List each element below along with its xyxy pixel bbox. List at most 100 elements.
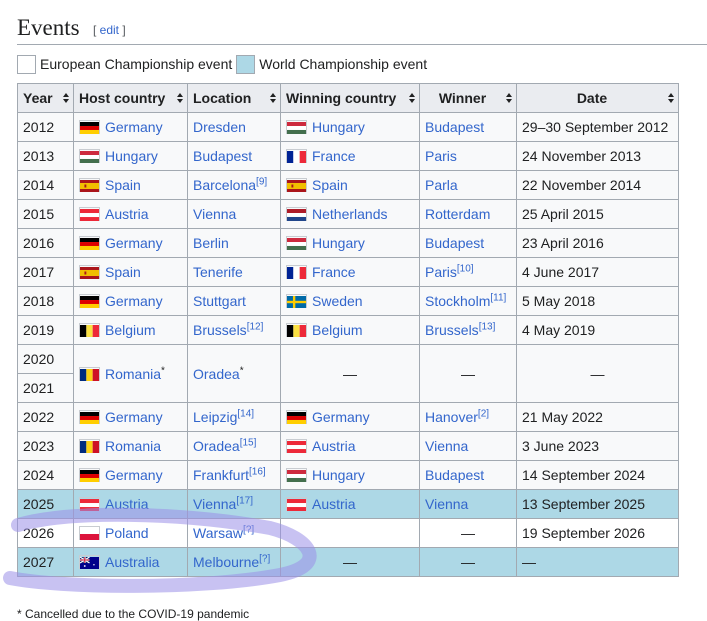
winner-link[interactable]: Vienna	[425, 496, 468, 512]
year-cell: 2016	[17, 228, 74, 258]
winner-link[interactable]: Hanover	[425, 409, 478, 425]
winning-country-link[interactable]: Sweden	[312, 293, 363, 309]
date-cell: 4 May 2019	[516, 315, 679, 345]
legend-swatch-world	[236, 54, 256, 74]
location-link[interactable]: Oradea	[193, 438, 240, 454]
citation-ref[interactable]: [?]	[243, 524, 254, 535]
location-link[interactable]: Frankfurt	[193, 467, 249, 483]
location-link[interactable]: Warsaw	[193, 525, 243, 541]
citation-ref[interactable]: [2]	[478, 408, 489, 419]
citation-ref[interactable]: [10]	[457, 263, 474, 274]
winning-country-link[interactable]: Hungary	[312, 235, 365, 251]
footnote-mark: *	[239, 364, 244, 376]
winner-link[interactable]: Brussels	[425, 322, 479, 338]
winner-link[interactable]: Budapest	[425, 119, 484, 135]
host-country-link[interactable]: Germany	[105, 467, 163, 483]
citation-ref[interactable]: [15]	[240, 437, 257, 448]
date-cell: 21 May 2022	[516, 402, 679, 432]
citation-ref[interactable]: [12]	[247, 321, 264, 332]
winner-link[interactable]: Rotterdam	[425, 206, 490, 222]
column-header-winning-country[interactable]: Winning country	[280, 83, 420, 113]
sort-icon[interactable]	[409, 93, 415, 104]
host-country-link[interactable]: Germany	[105, 119, 163, 135]
column-header-winner[interactable]: Winner	[419, 83, 517, 113]
host-country-link[interactable]: Spain	[105, 264, 141, 280]
citation-ref[interactable]: [16]	[249, 466, 266, 477]
sort-icon[interactable]	[506, 93, 512, 104]
winning-country-link[interactable]: France	[312, 148, 356, 164]
column-header-host-country[interactable]: Host country	[73, 83, 188, 113]
host-country-link[interactable]: Spain	[105, 177, 141, 193]
citation-ref[interactable]: [11]	[490, 292, 506, 303]
location-link[interactable]: Barcelona	[193, 177, 256, 193]
year-cell: 2019	[17, 315, 74, 345]
winning-country-link[interactable]: Hungary	[312, 119, 365, 135]
legend-label-world: World Championship event	[259, 56, 428, 72]
edit-section: [ edit ]	[93, 23, 126, 37]
flag-de-icon	[286, 410, 307, 424]
winner-link[interactable]: Vienna	[425, 438, 468, 454]
host-country-link[interactable]: Austria	[105, 496, 149, 512]
winning-country-link[interactable]: Austria	[312, 496, 356, 512]
table-row: 2027 Australia Melbourne[?] — — —	[17, 547, 679, 577]
sort-icon[interactable]	[177, 93, 183, 104]
location-link[interactable]: Vienna	[193, 206, 236, 222]
location-link[interactable]: Berlin	[193, 235, 229, 251]
location-link[interactable]: Melbourne	[193, 554, 259, 570]
host-country-link[interactable]: Germany	[105, 409, 163, 425]
host-country-link[interactable]: Romania	[105, 366, 161, 382]
host-country-cell: Austria	[73, 489, 188, 519]
flag-es-icon	[79, 265, 100, 279]
winning-country-link[interactable]: Hungary	[312, 467, 365, 483]
flag-de-icon	[79, 236, 100, 250]
winner-link[interactable]: Paris	[425, 264, 457, 280]
citation-ref[interactable]: [14]	[237, 408, 254, 419]
winner-cell: Stockholm[11]	[419, 286, 517, 316]
sort-icon[interactable]	[63, 93, 69, 104]
citation-ref[interactable]: [9]	[256, 176, 267, 187]
host-country-link[interactable]: Austria	[105, 206, 149, 222]
winner-link[interactable]: Budapest	[425, 235, 484, 251]
host-country-link[interactable]: Germany	[105, 235, 163, 251]
location-link[interactable]: Stuttgart	[193, 293, 246, 309]
winning-country-link[interactable]: Netherlands	[312, 206, 388, 222]
sort-icon[interactable]	[668, 93, 674, 104]
column-header-date[interactable]: Date	[516, 83, 679, 113]
citation-ref[interactable]: [17]	[236, 495, 253, 506]
location-link[interactable]: Leipzig	[193, 409, 237, 425]
host-country-link[interactable]: Germany	[105, 293, 163, 309]
winner-link[interactable]: Budapest	[425, 467, 484, 483]
winner-link[interactable]: Parla	[425, 177, 458, 193]
host-country-link[interactable]: Romania	[105, 438, 161, 454]
location-link[interactable]: Tenerife	[193, 264, 243, 280]
section-header: Events [ edit ]	[17, 10, 707, 45]
location-cell: Barcelona[9]	[187, 170, 281, 200]
column-header-location[interactable]: Location	[187, 83, 281, 113]
column-header-year[interactable]: Year	[17, 83, 74, 113]
location-link[interactable]: Brussels	[193, 322, 247, 338]
host-country-cell: Germany	[73, 402, 188, 432]
location-link[interactable]: Oradea	[193, 366, 240, 382]
citation-ref[interactable]: [13]	[479, 321, 496, 332]
location-link[interactable]: Vienna	[193, 496, 236, 512]
location-link[interactable]: Dresden	[193, 119, 246, 135]
flag-be-icon	[286, 323, 307, 337]
citation-ref[interactable]: [?]	[259, 553, 270, 564]
host-country-cell: Poland	[73, 518, 188, 548]
location-link[interactable]: Budapest	[193, 148, 252, 164]
winning-country-link[interactable]: France	[312, 264, 356, 280]
edit-link[interactable]: edit	[100, 23, 119, 37]
winner-link[interactable]: Paris	[425, 148, 457, 164]
date-cell: 19 September 2026	[516, 518, 679, 548]
host-country-link[interactable]: Poland	[105, 525, 149, 541]
winning-country-link[interactable]: Belgium	[312, 322, 363, 338]
winning-country-cell: —	[280, 547, 420, 577]
host-country-link[interactable]: Belgium	[105, 322, 156, 338]
host-country-link[interactable]: Hungary	[105, 148, 158, 164]
winner-link[interactable]: Stockholm	[425, 293, 490, 309]
winning-country-link[interactable]: Austria	[312, 438, 356, 454]
host-country-link[interactable]: Australia	[105, 554, 159, 570]
winning-country-link[interactable]: Germany	[312, 409, 370, 425]
sort-icon[interactable]	[270, 93, 276, 104]
winning-country-link[interactable]: Spain	[312, 177, 348, 193]
